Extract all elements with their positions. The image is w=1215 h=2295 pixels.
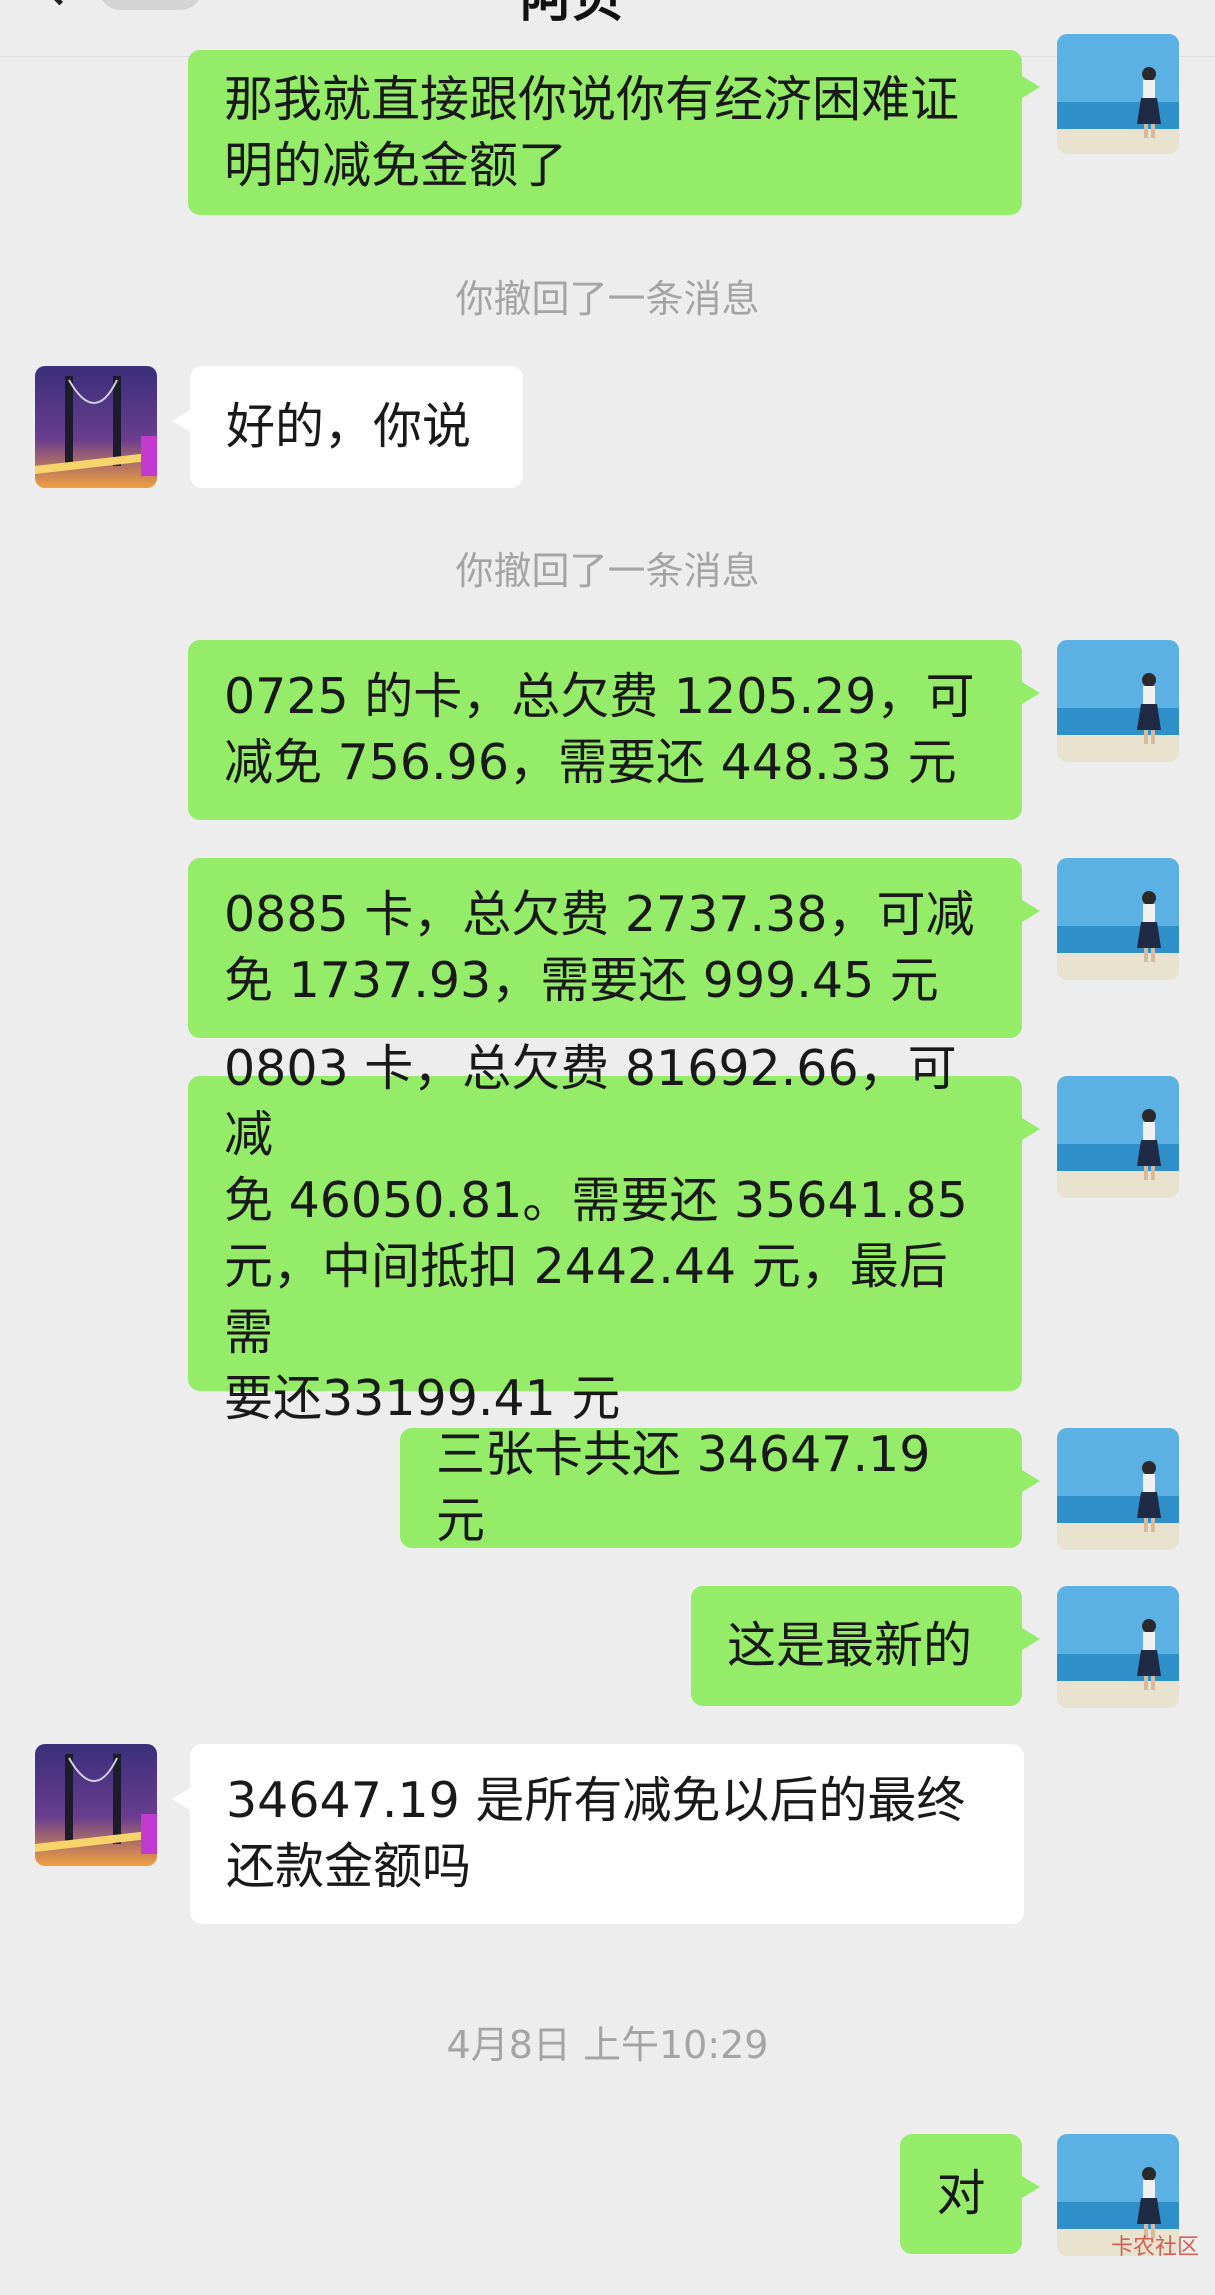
unread-count-badge bbox=[98, 0, 203, 10]
message-bubble-outgoing[interactable]: 三张卡共还 34647.19 元 bbox=[400, 1426, 1040, 1549]
chat-title: 阿贝 bbox=[520, 0, 624, 31]
recalled-message-notice: 你撤回了一条消息 bbox=[455, 549, 760, 593]
message-text: 34647.19 是所有减免以后的最终 还款金额吗 bbox=[226, 1772, 966, 1895]
self-avatar[interactable] bbox=[1057, 1586, 1179, 1708]
message-text: 好的，你说 bbox=[226, 398, 472, 455]
message-bubble-outgoing[interactable]: 那我就直接跟你说你有经济困难证 明的减免金额了 bbox=[188, 50, 1040, 215]
message-bubble-outgoing[interactable]: 0725 的卡，总欠费 1205.29，可 减免 756.96，需要还 448.… bbox=[188, 640, 1040, 820]
message-text: 0885 卡，总欠费 2737.38，可减 免 1737.93，需要还 999.… bbox=[224, 886, 975, 1009]
message-bubble-incoming[interactable]: 34647.19 是所有减免以后的最终 还款金额吗 bbox=[172, 1744, 1024, 1924]
self-avatar[interactable] bbox=[1057, 858, 1179, 980]
timestamp: 4月8日 上午10:29 bbox=[446, 2023, 769, 2067]
message-bubble-outgoing[interactable]: 0885 卡，总欠费 2737.38，可减 免 1737.93，需要还 999.… bbox=[188, 858, 1040, 1038]
message-bubble-outgoing[interactable]: 对 bbox=[900, 2134, 1040, 2254]
self-avatar[interactable] bbox=[1057, 640, 1179, 762]
watermark-logo: 卡农社区 bbox=[1110, 2235, 1199, 2260]
message-text: 那我就直接跟你说你有经济困难证 明的减免金额了 bbox=[224, 70, 960, 194]
message-text: 0725 的卡，总欠费 1205.29，可 减免 756.96，需要还 448.… bbox=[224, 668, 975, 791]
self-avatar[interactable] bbox=[1057, 34, 1179, 154]
self-avatar[interactable] bbox=[1057, 1076, 1179, 1198]
message-text: 这是最新的 bbox=[727, 1617, 973, 1674]
message-bubble-outgoing[interactable]: 0803 卡，总欠费 81692.66，可减 免 46050.81。需要还 35… bbox=[188, 1040, 1040, 1427]
recalled-message-notice: 你撤回了一条消息 bbox=[455, 277, 760, 321]
message-bubble-outgoing[interactable]: 这是最新的 bbox=[691, 1586, 1040, 1706]
back-arrow-icon[interactable] bbox=[37, 0, 82, 6]
message-text: 三张卡共还 34647.19 元 bbox=[436, 1426, 931, 1549]
message-text: 对 bbox=[936, 2165, 986, 2222]
contact-avatar[interactable] bbox=[35, 366, 157, 488]
message-text: 0803 卡，总欠费 81692.66，可减 免 46050.81。需要还 35… bbox=[224, 1039, 968, 1427]
chat-header: 阿贝 bbox=[0, 0, 1215, 57]
message-bubble-incoming[interactable]: 好的，你说 bbox=[172, 366, 523, 488]
contact-avatar[interactable] bbox=[35, 1744, 157, 1866]
self-avatar[interactable] bbox=[1057, 1428, 1179, 1550]
